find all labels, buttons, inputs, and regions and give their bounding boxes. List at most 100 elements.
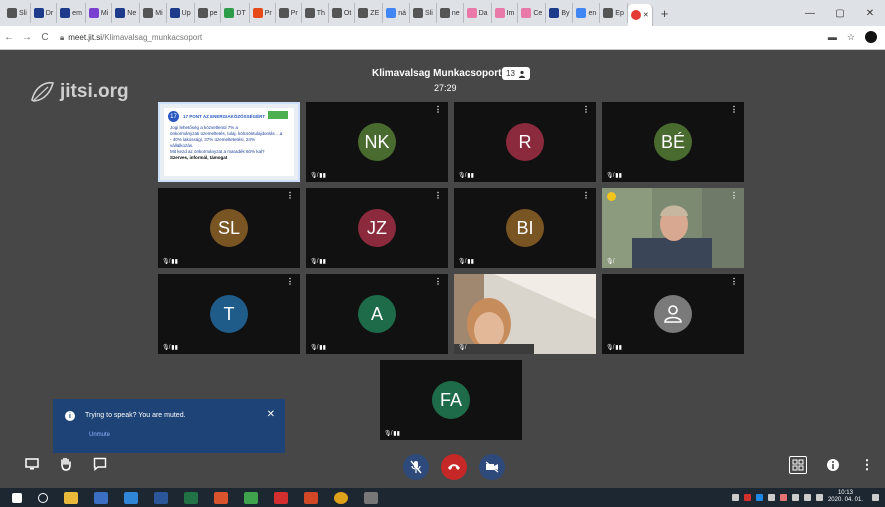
tab-favicon-icon xyxy=(224,8,235,18)
file-explorer-icon[interactable] xyxy=(64,491,78,504)
browser-tab[interactable]: Mi xyxy=(86,3,113,23)
url-field[interactable]: meet.jit.si/Klimavalsag_munkacsoport xyxy=(68,33,202,42)
info-icon[interactable] xyxy=(825,457,841,473)
minimize-icon[interactable]: — xyxy=(795,8,825,19)
pdf-icon[interactable] xyxy=(274,491,288,504)
app-icon[interactable] xyxy=(214,491,228,504)
more-options-icon[interactable]: ⋮ xyxy=(286,277,294,286)
more-options-icon[interactable]: ⋮ xyxy=(434,277,442,286)
lock-icon[interactable]: 🔒︎ xyxy=(60,33,64,43)
more-options-icon[interactable]: ⋮ xyxy=(434,105,442,114)
more-options-icon[interactable]: ⋮ xyxy=(582,105,590,114)
tab-favicon-icon xyxy=(60,8,71,18)
toggle-camera-button[interactable] xyxy=(479,454,505,480)
calculator-icon[interactable] xyxy=(94,491,108,504)
tray-icon[interactable] xyxy=(767,493,775,501)
browser-tab[interactable]: Ne xyxy=(112,3,141,23)
system-clock[interactable]: 10:13 2020. 04. 01. xyxy=(828,490,863,504)
toggle-microphone-button[interactable] xyxy=(403,454,429,480)
browser-tab[interactable]: Ep xyxy=(600,3,628,23)
app-icon[interactable] xyxy=(244,491,258,504)
windows-start-icon[interactable] xyxy=(12,492,22,503)
browser-tab[interactable]: en xyxy=(573,3,601,23)
hangup-button[interactable] xyxy=(441,454,467,480)
powerpoint-icon[interactable] xyxy=(304,491,318,504)
tab-label: ZE xyxy=(370,9,380,17)
reload-icon[interactable]: C xyxy=(36,32,54,43)
tile-participant-nk[interactable]: NK ⋮ 🎙︎̸ ▮▮ xyxy=(306,102,448,182)
notifications-icon[interactable] xyxy=(872,493,879,501)
tile-participant-sl[interactable]: SL ⋮ 🎙︎̸ ▮▮ xyxy=(158,188,300,268)
volume-icon[interactable] xyxy=(815,493,823,501)
tray-icon[interactable] xyxy=(755,493,763,501)
browser-tab[interactable]: Im xyxy=(492,3,519,23)
tile-participant-r[interactable]: R ⋮ 🎙︎̸ ▮▮ xyxy=(454,102,596,182)
browser-tab-active[interactable]: ✕ xyxy=(627,4,653,26)
close-tab-icon[interactable]: ✕ xyxy=(643,11,649,19)
profile-avatar[interactable] xyxy=(865,31,877,43)
maximize-icon[interactable]: ▢ xyxy=(825,8,855,19)
tile-participant-unknown[interactable]: ⋮ 🎙︎̸ ▮▮ xyxy=(602,274,744,354)
tray-icon[interactable] xyxy=(731,493,739,501)
search-icon[interactable] xyxy=(38,492,48,503)
raise-hand-icon[interactable] xyxy=(58,456,74,472)
browser-tab[interactable]: DT xyxy=(221,3,250,23)
tile-view-icon[interactable] xyxy=(789,456,807,474)
browser-tab[interactable]: ná xyxy=(383,3,411,23)
app-icon[interactable] xyxy=(364,491,378,504)
back-icon[interactable]: ← xyxy=(0,32,18,43)
word-icon[interactable] xyxy=(154,491,168,504)
close-icon[interactable]: ✕ xyxy=(267,409,275,420)
app-icon[interactable] xyxy=(124,491,138,504)
browser-tab[interactable]: ZE xyxy=(355,3,384,23)
browser-tab[interactable]: By xyxy=(546,3,574,23)
browser-tab[interactable]: Th xyxy=(302,3,329,23)
participant-count-badge[interactable]: 13 xyxy=(502,67,530,80)
tile-participant-fa[interactable]: FA 🎙︎̸ ▮▮ xyxy=(380,360,522,440)
browser-tab[interactable]: Up xyxy=(167,3,195,23)
more-options-icon[interactable]: ⋮ xyxy=(730,277,738,286)
tile-participant-jz[interactable]: JZ ⋮ 🎙︎̸ ▮▮ xyxy=(306,188,448,268)
tab-favicon-icon xyxy=(358,8,369,18)
more-options-icon[interactable]: ⋮ xyxy=(730,191,738,200)
browser-tab[interactable]: Mi xyxy=(140,3,167,23)
bookmark-star-icon[interactable]: ☆ xyxy=(847,32,855,43)
tile-screen-share[interactable]: 17 17 PONT AZ ENERGIAKÖZÖSSÉGÉRT Jogi le… xyxy=(158,102,300,182)
browser-tab[interactable]: ne xyxy=(437,3,464,23)
tile-participant-be[interactable]: BÉ ⋮ 🎙︎̸ ▮▮ xyxy=(602,102,744,182)
tile-participant-bi[interactable]: BI ⋮ 🎙︎̸ ▮▮ xyxy=(454,188,596,268)
browser-tab[interactable]: Ce xyxy=(518,3,547,23)
screen-share-icon[interactable] xyxy=(24,456,40,472)
network-icon[interactable] xyxy=(791,493,799,501)
close-window-icon[interactable]: ✕ xyxy=(855,8,885,19)
chat-icon[interactable] xyxy=(92,456,108,472)
chrome-icon[interactable] xyxy=(334,491,348,504)
browser-tab[interactable]: Da xyxy=(464,3,492,23)
excel-icon[interactable] xyxy=(184,491,198,504)
browser-tab[interactable]: pe xyxy=(195,3,222,23)
tray-icon[interactable] xyxy=(743,493,751,501)
tile-video-woman[interactable]: 🎙︎̸ xyxy=(454,274,596,354)
more-options-icon[interactable]: ⋮ xyxy=(434,191,442,200)
unmute-link[interactable]: Unmute xyxy=(89,432,110,438)
jitsi-logo[interactable]: jitsi.org xyxy=(28,78,129,106)
cast-icon[interactable]: ▬ xyxy=(828,32,837,42)
browser-tab[interactable]: Ot xyxy=(329,3,356,23)
more-options-icon[interactable]: ⋮ xyxy=(730,105,738,114)
tray-icon[interactable] xyxy=(779,493,787,501)
tile-participant-t[interactable]: T ⋮ 🎙︎̸ ▮▮ xyxy=(158,274,300,354)
new-tab-icon[interactable]: + xyxy=(653,6,677,21)
browser-tab[interactable]: Sli xyxy=(410,3,437,23)
browser-tab[interactable]: Pr xyxy=(250,3,276,23)
more-options-icon[interactable]: ⋮ xyxy=(859,457,875,473)
browser-tab[interactable]: Pr xyxy=(276,3,302,23)
more-options-icon[interactable]: ⋮ xyxy=(286,191,294,200)
more-options-icon[interactable]: ⋮ xyxy=(582,191,590,200)
tile-video-man[interactable]: ⋮ 🎙︎̸ xyxy=(602,188,744,268)
browser-tab[interactable]: Dr xyxy=(31,3,58,23)
browser-tab[interactable]: Sli xyxy=(4,3,31,23)
browser-tab[interactable]: em xyxy=(57,3,86,23)
battery-icon[interactable] xyxy=(803,493,811,501)
tile-participant-a[interactable]: A ⋮ 🎙︎̸ ▮▮ xyxy=(306,274,448,354)
forward-icon[interactable]: → xyxy=(18,32,36,43)
